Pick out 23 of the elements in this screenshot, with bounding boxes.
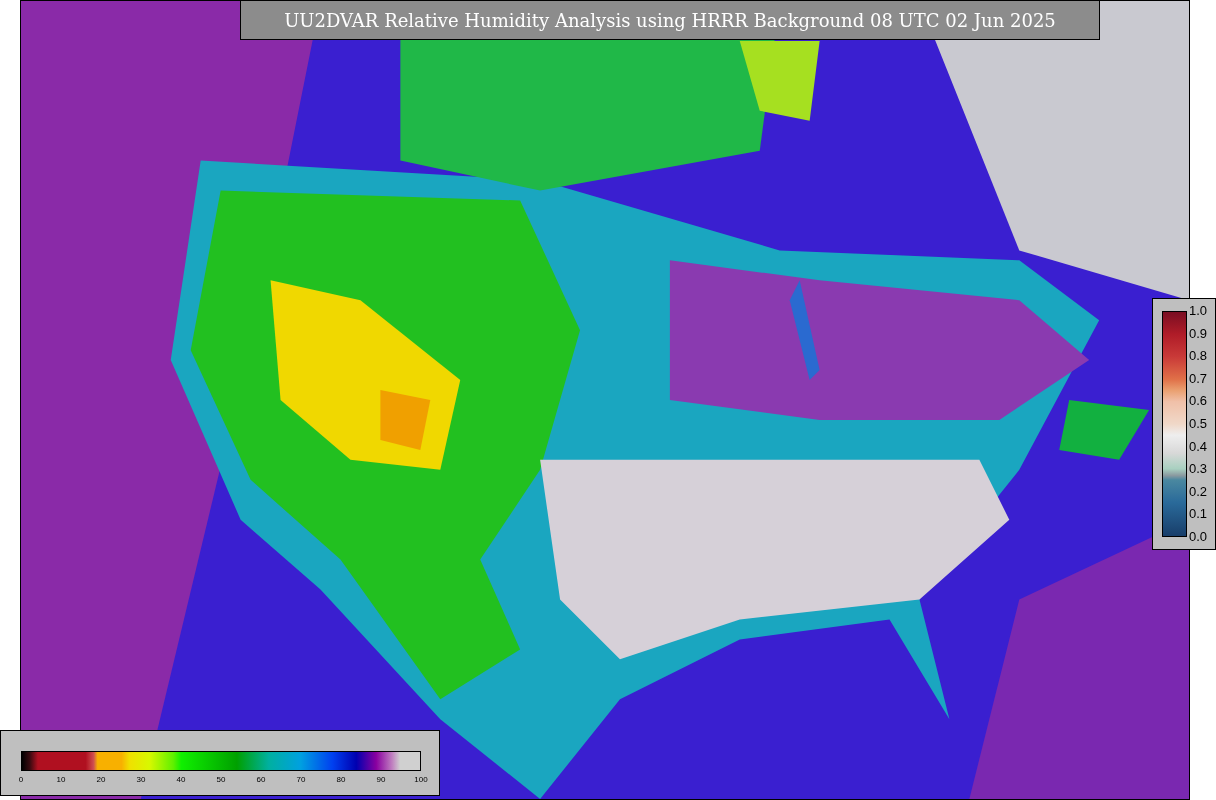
legend-tick-label: 0.1	[1189, 506, 1208, 523]
legend-tick-label: 30	[135, 775, 147, 785]
legend-tick-label: 0.6	[1189, 393, 1208, 410]
legend-tick-label: 0.8	[1189, 348, 1208, 365]
legend-tick-label: 0.5	[1189, 415, 1208, 432]
legend-tick-label: 0.2	[1189, 483, 1208, 500]
legend-tick-label: 90	[375, 775, 387, 785]
map-title: UU2DVAR Relative Humidity Analysis using HRRR Background 08 UTC 02 Jun 2025	[240, 0, 1100, 40]
legend-tick-label: 0.7	[1189, 370, 1208, 387]
legend-tick-label: 1.0	[1189, 303, 1208, 319]
legend-tick-label: 0.0	[1189, 528, 1208, 545]
legend-tick-label: 80	[335, 775, 347, 785]
legend-tick-label: 0.9	[1189, 325, 1208, 342]
legend-tick-label: 40	[175, 775, 187, 785]
legend-tick-label: 0	[17, 775, 25, 785]
legend-tick-label: 60	[255, 775, 267, 785]
legend-tick-label: 100	[413, 775, 429, 785]
legend-tick-label: 20	[95, 775, 107, 785]
legend-tick-label: 70	[295, 775, 307, 785]
legend-tick-label: 0.4	[1189, 438, 1208, 455]
legend-tick-label: 50	[215, 775, 227, 785]
legend-tick-label: 10	[55, 775, 67, 785]
legend-tick-label: 0.3	[1189, 461, 1208, 478]
